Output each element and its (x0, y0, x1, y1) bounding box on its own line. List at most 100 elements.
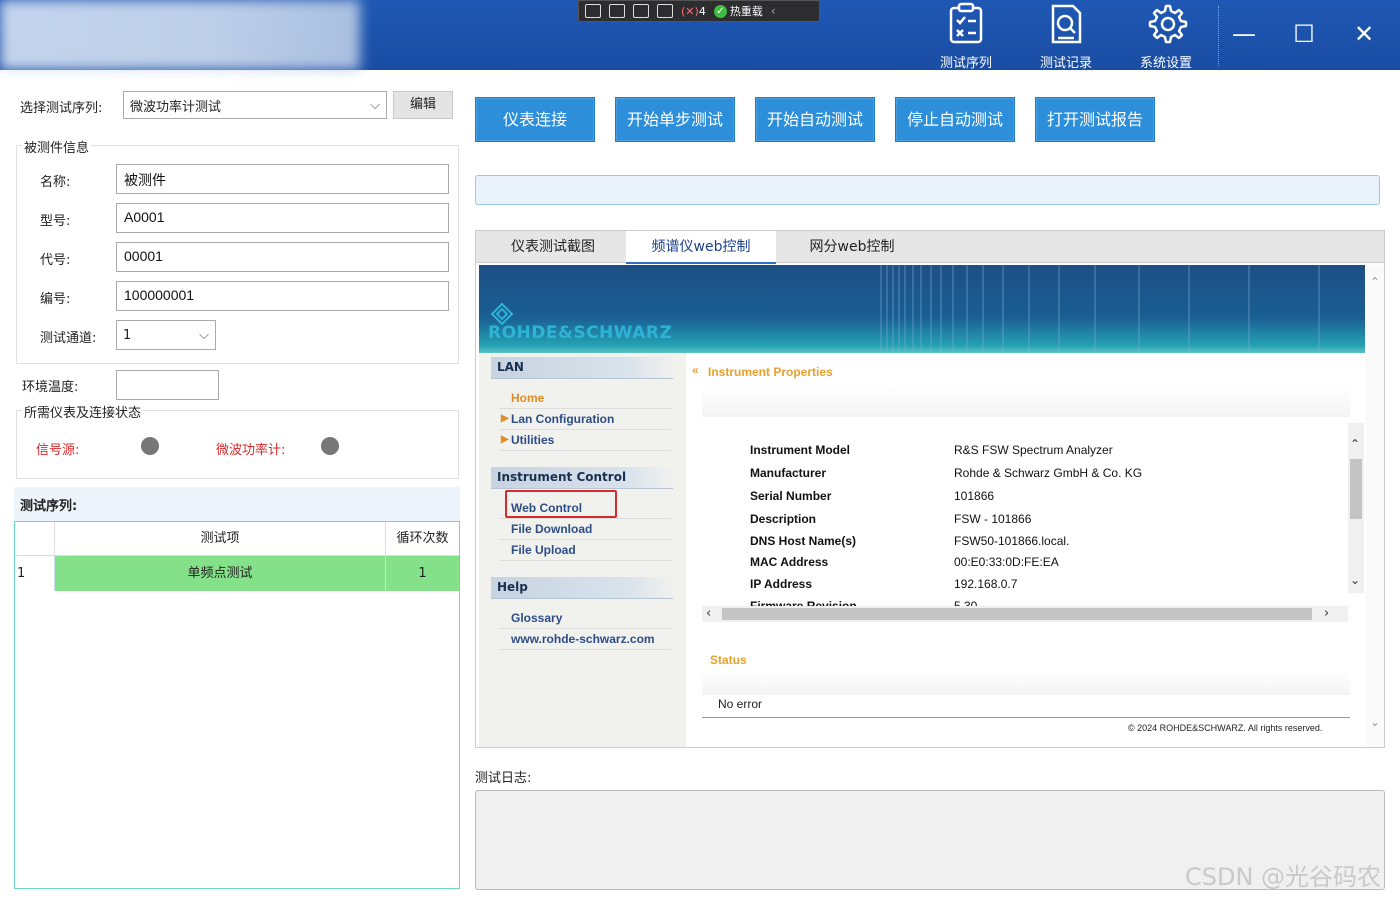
divider (1218, 6, 1219, 66)
tab-vna-web-control[interactable]: 网分web控制 (776, 231, 928, 263)
nav-link-lan-configuration[interactable]: ▶ Lan Configuration (499, 409, 671, 430)
grid-header-item: 测试项 (55, 522, 386, 556)
tab-bar: 仪表测试截图 频谱仪web控制 网分web控制 (476, 231, 1384, 264)
checklist-icon (949, 2, 983, 44)
name-field[interactable]: 被测件 (116, 164, 449, 194)
scroll-down-icon[interactable]: ⌄ (1370, 715, 1380, 729)
instrument-status-title: 所需仪表及连接状态 (22, 402, 144, 421)
tab-control: 仪表测试截图 频谱仪web控制 网分web控制 ROHDE&SCHWARZ LA… (475, 230, 1385, 748)
tab-instrument-screenshot[interactable]: 仪表测试截图 (480, 231, 626, 263)
nav-link-home[interactable]: Home (499, 388, 671, 409)
minimize-button[interactable]: — (1224, 14, 1264, 54)
record-search-icon (1051, 4, 1082, 44)
nav-link-rohde-schwarz-site[interactable]: www.rohde-schwarz.com (499, 629, 671, 650)
field-label-model: 型号: (40, 214, 71, 229)
chevron-down-icon: ⌵ (370, 97, 380, 113)
copyright-text: © 2024 ROHDE&SCHWARZ. All rights reserve… (1128, 723, 1323, 733)
nav-system-settings[interactable]: 系统设置 (1126, 2, 1206, 71)
divider (702, 717, 1350, 718)
nav-head-instrument-control: Instrument Control (491, 467, 673, 489)
code-field[interactable]: 00001 (116, 242, 449, 272)
nav-link-utilities[interactable]: ▶ Utilities (499, 430, 671, 451)
open-test-report-button[interactable]: 打开测试报告 (1035, 97, 1155, 142)
temperature-label: 环境温度: (22, 380, 79, 395)
nav-label: 系统设置 (1139, 56, 1192, 71)
scrollbar-thumb[interactable] (1350, 459, 1362, 519)
progress-bar (475, 175, 1380, 205)
rs-logo-icon (491, 303, 513, 325)
signal-source-label: 信号源: (36, 443, 80, 458)
channel-select[interactable]: 1 ⌵ (116, 320, 216, 350)
binding-failures-counter[interactable]: (✕)4 (681, 5, 706, 18)
signal-source-status-indicator (141, 437, 159, 455)
scroll-left-icon[interactable]: ‹ (706, 606, 711, 621)
stop-auto-test-button[interactable]: 停止自动测试 (895, 97, 1015, 142)
nav-link-file-upload[interactable]: File Upload (499, 540, 671, 561)
instrument-properties-table: Instrument Model R&S FSW Spectrum Analyze… (702, 423, 1350, 621)
track-focus-icon[interactable] (657, 4, 673, 18)
nav-link-glossary[interactable]: Glossary (499, 608, 671, 629)
start-single-step-button[interactable]: 开始单步测试 (615, 97, 735, 142)
properties-horizontal-scrollbar[interactable]: ‹ › (702, 606, 1348, 622)
scroll-down-icon[interactable]: ⌄ (1350, 573, 1360, 587)
nav-link-file-download[interactable]: File Download (499, 519, 671, 540)
status-title: Status (710, 653, 747, 667)
sequence-label: 选择测试序列: (20, 101, 103, 116)
collapse-chevron-icon[interactable]: ‹ (771, 4, 776, 18)
channel-label: 测试通道: (40, 331, 97, 346)
nav-head-lan: LAN (491, 357, 673, 379)
model-field[interactable]: A0001 (116, 203, 449, 233)
watermark: CSDN @光谷码农 (1185, 863, 1382, 891)
close-button[interactable]: ✕ (1344, 14, 1384, 54)
gear-icon (1148, 4, 1188, 44)
rs-brand-text: ROHDE&SCHWARZ (488, 323, 673, 343)
triangle-right-icon: ▶ (501, 413, 509, 424)
scroll-up-icon[interactable]: ⌃ (1350, 437, 1360, 451)
scroll-up-icon[interactable]: ⌃ (1370, 275, 1380, 289)
field-label-code: 代号: (40, 253, 71, 268)
test-sequence-title: 测试序列: (14, 487, 460, 521)
serial-number-field[interactable]: 100000001 (116, 281, 449, 311)
nav-test-records[interactable]: 测试记录 (1026, 2, 1106, 71)
web-control-highlight (505, 490, 617, 518)
power-meter-status-indicator (321, 437, 339, 455)
select-element-icon[interactable] (585, 4, 601, 18)
channel-select-value: 1 (123, 327, 132, 343)
nav-label: 测试序列 (939, 56, 992, 71)
title-bar: (✕)4 ✓ 热重载 ‹ 测试序列 测试记录 系统设置 — ☐ ✕ (0, 0, 1400, 71)
scroll-right-icon[interactable]: › (1324, 606, 1329, 621)
test-log-label: 测试日志: (475, 771, 532, 786)
instrument-properties-title: Instrument Properties (708, 365, 833, 379)
scrollbar-thumb[interactable] (722, 608, 1312, 620)
dut-info-title: 被测件信息 (22, 137, 92, 156)
pointer-icon[interactable] (609, 4, 625, 18)
banner-stripes (880, 265, 1320, 351)
app-window: (✕)4 ✓ 热重载 ‹ 测试序列 测试记录 系统设置 — ☐ ✕ 选择测试序列… (0, 0, 1400, 900)
nav-head-help: Help (491, 577, 673, 599)
maximize-button[interactable]: ☐ (1284, 14, 1324, 54)
test-sequence-grid: 测试项 循环次数 1 单频点测试 1 (14, 521, 460, 889)
section-shade (702, 385, 1350, 417)
section-shade (702, 671, 1350, 695)
grid-row-item[interactable]: 单频点测试 (55, 556, 386, 591)
tab-spectrum-web-control[interactable]: 频谱仪web控制 (626, 231, 776, 264)
rs-sidebar: LAN Home ▶ Lan Configuration ▶ Utilities I… (479, 353, 686, 747)
collapse-arrow-icon[interactable]: « (692, 363, 699, 377)
check-icon: ✓ (713, 4, 727, 18)
field-label-number: 编号: (40, 292, 71, 307)
grid-header-index (15, 522, 55, 556)
hot-reload-button[interactable]: ✓ 热重载 (713, 3, 763, 19)
properties-vertical-scrollbar[interactable]: ⌃ ⌄ (1348, 423, 1364, 593)
focus-box-icon[interactable] (633, 4, 649, 18)
web-view-vertical-scrollbar[interactable]: ⌃ ⌄ (1366, 265, 1384, 747)
temperature-field[interactable] (116, 370, 219, 400)
chevron-down-icon: ⌵ (199, 327, 209, 343)
sequence-select[interactable]: 微波功率计测试 ⌵ (123, 91, 387, 119)
connect-instruments-button[interactable]: 仪表连接 (475, 97, 595, 142)
grid-row-index[interactable]: 1 (15, 556, 55, 591)
edit-button[interactable]: 编辑 (393, 91, 453, 119)
grid-row-loops[interactable]: 1 (386, 556, 459, 591)
start-auto-test-button[interactable]: 开始自动测试 (755, 97, 875, 142)
nav-test-sequence[interactable]: 测试序列 (926, 2, 1006, 71)
field-label-name: 名称: (40, 175, 71, 190)
